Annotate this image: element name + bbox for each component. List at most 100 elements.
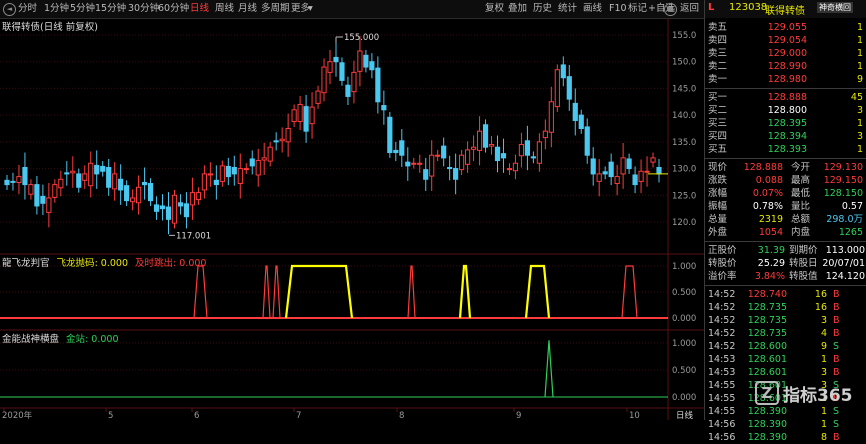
- period-tab-2[interactable]: 5分钟: [70, 2, 95, 16]
- stat-value: 1265: [838, 227, 863, 238]
- toolbar-button-3[interactable]: 统计: [558, 2, 577, 16]
- tick-price: 128.740: [747, 289, 787, 300]
- tick-time: 14:55: [708, 406, 736, 417]
- candle-body: [650, 157, 656, 163]
- watermark-logo-icon: Z: [755, 381, 779, 405]
- candle-body: [369, 61, 375, 71]
- bond-value: 25.29: [757, 258, 785, 269]
- tick-time: 14:52: [708, 315, 736, 326]
- period-tab-5[interactable]: 60分钟: [158, 2, 189, 16]
- indicator2-title: 金能战神横盘 金站: 0.000: [2, 334, 119, 345]
- bond-value: 20/07/01: [822, 258, 865, 269]
- toolbar-button-1[interactable]: 叠加: [508, 2, 527, 16]
- stat-label: 总量: [708, 214, 728, 225]
- x-axis-label: 2020年: [2, 410, 33, 420]
- y-axis-label: 135.0: [672, 138, 696, 148]
- candle-body: [656, 167, 662, 175]
- stat-label: 现价: [708, 162, 728, 173]
- candle-body: [46, 197, 52, 213]
- tick-price: 128.390: [747, 406, 787, 417]
- toolbar-button-8[interactable]: 返回: [680, 2, 699, 16]
- period-tab-3[interactable]: 15分钟: [95, 2, 126, 16]
- chart-area[interactable]: 155.0 150.0 145.0 140.0 135.0 130.0 125.0 120.0…: [0, 18, 704, 421]
- kline-chart[interactable]: 155.0 150.0 145.0 140.0 135.0 130.0 125.0 120.0…: [0, 18, 704, 421]
- quote-badge: L: [708, 2, 715, 13]
- candle-body: [297, 103, 303, 123]
- candle-body: [64, 172, 70, 175]
- candle-body: [375, 67, 381, 103]
- candle-body: [219, 165, 225, 182]
- toolbar-button-2[interactable]: 历史: [533, 2, 552, 16]
- tick-price: 128.601: [747, 367, 787, 378]
- candle-body: [153, 204, 160, 212]
- candle-body: [112, 173, 118, 190]
- candle-body: [16, 176, 22, 183]
- ask-label: 卖二: [708, 61, 728, 72]
- stat-value: 0.78%: [752, 201, 783, 212]
- tick-side: B: [833, 302, 840, 313]
- candle-body: [279, 138, 285, 142]
- tick-volume: 4: [820, 328, 827, 339]
- stat-label: 涨幅: [708, 188, 728, 199]
- tick-volume: 16: [814, 302, 827, 313]
- tick-time: 14:53: [708, 367, 736, 378]
- candle-body: [464, 149, 471, 165]
- divider: [705, 241, 866, 242]
- indicator1-series1-value: 0.000: [100, 258, 128, 269]
- tick-time: 14:52: [708, 328, 736, 339]
- stop-icon[interactable]: ■: [664, 3, 677, 16]
- tick-volume: 1: [820, 406, 827, 417]
- candle-body: [94, 164, 100, 175]
- period-tab-6[interactable]: 日线: [190, 2, 209, 16]
- y-axis-label: 130.0: [672, 165, 696, 175]
- y-axis-label: 120.0: [672, 218, 696, 228]
- candle-body: [171, 194, 178, 224]
- more-chevron-icon[interactable]: ▾: [308, 2, 313, 16]
- candle-body: [237, 168, 243, 185]
- candle-body: [261, 157, 267, 161]
- x-axis-label: 9: [516, 411, 521, 420]
- bid-volume: 1: [856, 118, 863, 129]
- back-arrow-icon[interactable]: ◄: [3, 3, 16, 16]
- tick-time: 14:52: [708, 302, 736, 313]
- toolbar-button-0[interactable]: 复权: [485, 2, 504, 16]
- period-tab-8[interactable]: 月线: [238, 2, 257, 16]
- ask-volume: 9: [856, 74, 863, 85]
- stat-value: 129.150: [823, 175, 863, 186]
- candle-body: [135, 186, 142, 204]
- indicator2-name: 金能战神横盘: [2, 334, 60, 345]
- indicator2-y-label: 1.000: [672, 339, 696, 349]
- period-tab-0[interactable]: 分时: [18, 2, 37, 16]
- quote-panel: L 123038 联得转债 神奇横回 卖五 129.055 1 卖四 129.054 1 卖…: [704, 0, 866, 443]
- bid-volume: 45: [850, 92, 863, 103]
- tick-side: B: [833, 289, 840, 300]
- watermark-text: 指标365: [783, 386, 853, 406]
- toolbar-button-4[interactable]: 画线: [583, 2, 602, 16]
- candle-body: [124, 185, 130, 202]
- indicator2-y-label: 0.500: [672, 366, 696, 376]
- quote-code: 123038: [729, 2, 768, 13]
- period-tab-9[interactable]: 多周期: [261, 2, 290, 16]
- ask-label: 卖三: [708, 48, 728, 59]
- indicator1-series2-value: 0.000: [179, 258, 207, 269]
- tick-time: 14:56: [708, 432, 736, 443]
- bid-label: 买二: [708, 105, 728, 116]
- candle-body: [512, 162, 519, 172]
- tick-price: 128.735: [747, 315, 787, 326]
- candle-body: [542, 130, 548, 139]
- bid-volume: 1: [856, 144, 863, 155]
- candle-body: [82, 173, 88, 181]
- bond-value: 3.84%: [754, 271, 785, 282]
- tick-volume: 16: [814, 289, 827, 300]
- candle-body: [303, 106, 309, 132]
- toolbar-button-6[interactable]: 标记: [628, 2, 647, 16]
- candle-body: [189, 192, 196, 206]
- tick-time: 14:53: [708, 354, 736, 365]
- period-tab-1[interactable]: 1分钟: [44, 2, 69, 16]
- toolbar-button-5[interactable]: F10: [609, 2, 627, 16]
- candle-body: [195, 192, 202, 201]
- divider: [705, 158, 866, 159]
- ask-price: 129.054: [767, 35, 807, 46]
- period-tab-4[interactable]: 30分钟: [128, 2, 159, 16]
- period-tab-7[interactable]: 周线: [215, 2, 234, 16]
